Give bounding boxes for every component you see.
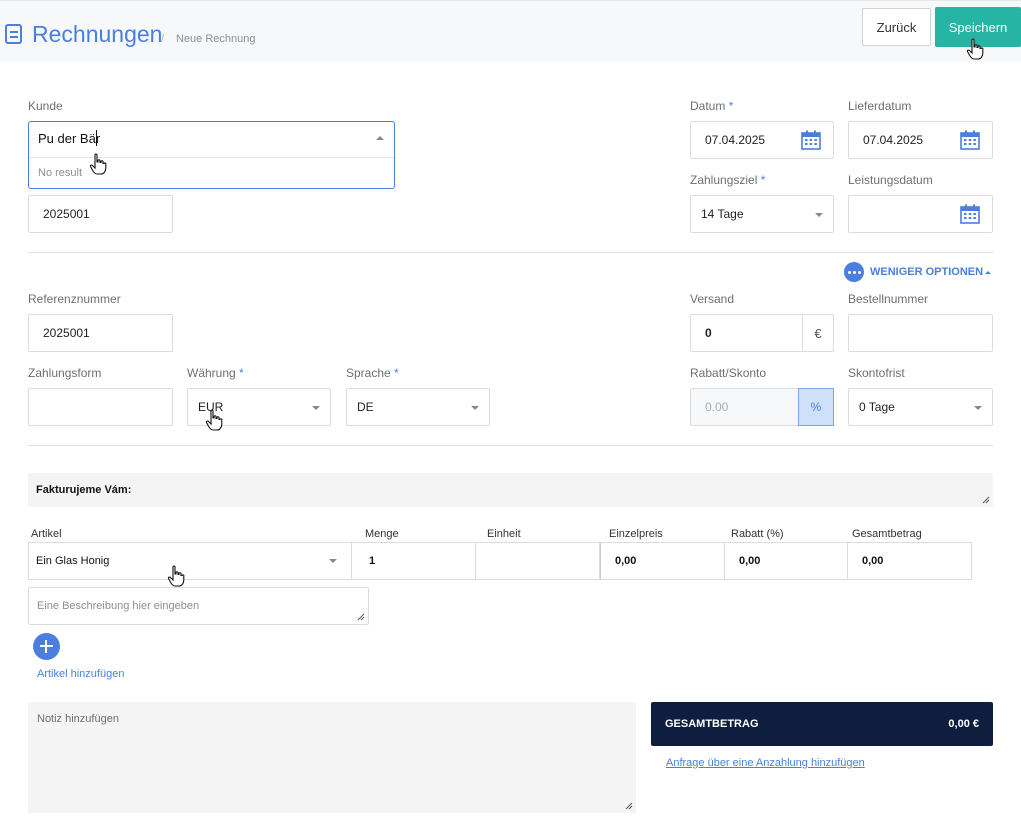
einheit-input[interactable] <box>476 543 600 579</box>
calendar-icon[interactable] <box>960 204 980 224</box>
sprache-select[interactable]: DE <box>346 388 490 426</box>
sprache-value: DE <box>357 400 374 414</box>
lieferdatum-label: Lieferdatum <box>848 99 912 113</box>
waehrung-label: Währung * <box>187 366 244 380</box>
leistungsdatum-input[interactable] <box>848 195 993 233</box>
rabatt-placeholder: 0.00 <box>705 400 729 414</box>
referenz-label: Referenznummer <box>28 292 121 306</box>
hand-cursor-icon <box>966 38 984 60</box>
chevron-down-icon <box>974 406 982 410</box>
bestellnummer-input[interactable] <box>848 314 993 352</box>
versand-label: Versand <box>690 292 735 306</box>
intro-textarea[interactable]: Fakturujeme Vám: <box>28 473 993 507</box>
versand-value: 0 <box>705 326 712 340</box>
gesamt-value: 0,00 <box>862 555 884 567</box>
chevron-down-icon <box>471 406 479 410</box>
rabatt-input[interactable]: 0.00 % <box>690 388 834 426</box>
customer-label: Kunde <box>28 99 63 113</box>
resize-handle-icon[interactable] <box>982 496 990 504</box>
gesamt-input[interactable]: 0,00 <box>848 543 971 579</box>
einzelpreis-value: 0,00 <box>615 555 637 567</box>
customer-input[interactable]: Pu der Bär <box>38 131 100 146</box>
description-textarea[interactable]: Eine Beschreibung hier eingeben <box>28 587 369 625</box>
invoice-number-input[interactable]: 2025001 <box>28 195 173 233</box>
breadcrumb-separator: / <box>161 33 165 45</box>
intro-text: Fakturujeme Vám: <box>36 484 132 496</box>
breadcrumb-current: Neue Rechnung <box>176 33 256 45</box>
datum-input[interactable]: 07.04.2025 <box>690 121 834 159</box>
more-options-icon <box>844 262 864 282</box>
zahlungsziel-label: Zahlungsziel * <box>690 173 766 187</box>
versand-input[interactable]: 0 € <box>690 314 834 352</box>
datum-value: 07.04.2025 <box>705 133 766 147</box>
artikel-value: Ein Glas Honig <box>36 555 110 567</box>
back-button[interactable]: Zurück <box>862 8 931 46</box>
description-placeholder: Eine Beschreibung hier eingeben <box>37 600 200 612</box>
customer-no-result: No result <box>38 167 83 179</box>
menge-input[interactable]: 1 <box>352 543 476 579</box>
chevron-down-icon <box>329 559 337 563</box>
hand-cursor-icon <box>167 565 185 587</box>
invoice-document-icon <box>5 24 22 44</box>
chevron-down-icon <box>312 406 320 410</box>
add-item-button[interactable] <box>33 633 60 660</box>
page-header: Rechnungen / Neue Rechnung Zurück Speich… <box>0 0 1021 62</box>
artikel-select[interactable]: Ein Glas Honig <box>29 543 352 579</box>
col-header-gesamtbetrag: Gesamtbetrag <box>852 528 922 540</box>
currency-addon: € <box>802 315 833 351</box>
lieferdatum-input[interactable]: 07.04.2025 <box>848 121 993 159</box>
col-header-rabatt: Rabatt (%) <box>731 528 784 540</box>
skontofrist-label: Skontofrist <box>848 366 905 380</box>
resize-handle-icon[interactable] <box>357 613 365 621</box>
deposit-request-link[interactable]: Anfrage über eine Anzahlung hinzufügen <box>666 757 865 769</box>
referenz-input[interactable]: 2025001 <box>28 314 173 352</box>
zahlungsform-label: Zahlungsform <box>28 366 102 380</box>
chevron-up-icon[interactable] <box>376 136 384 140</box>
divider <box>28 252 993 253</box>
add-item-link[interactable]: Artikel hinzufügen <box>37 668 124 680</box>
options-toggle[interactable]: WENIGER OPTIONEN <box>844 262 992 282</box>
calendar-icon[interactable] <box>801 130 821 150</box>
chevron-down-icon <box>815 213 823 217</box>
divider <box>28 445 993 446</box>
resize-handle-icon[interactable] <box>625 802 633 810</box>
zahlungsziel-value: 14 Tage <box>701 207 744 221</box>
rabatt-percent-input[interactable]: 0,00 <box>725 543 848 579</box>
options-toggle-label: WENIGER OPTIONEN <box>870 266 984 278</box>
rabatt-percent-value: 0,00 <box>739 555 761 567</box>
notes-textarea[interactable]: Notiz hinzufügen <box>28 702 636 813</box>
lieferdatum-value: 07.04.2025 <box>863 133 924 147</box>
hand-cursor-icon <box>89 153 107 175</box>
col-header-einheit: Einheit <box>487 528 521 540</box>
leistungsdatum-label: Leistungsdatum <box>848 173 933 187</box>
bestellnummer-label: Bestellnummer <box>848 292 929 306</box>
menge-value: 1 <box>369 555 376 567</box>
col-header-menge: Menge <box>365 528 399 540</box>
calendar-icon[interactable] <box>960 130 980 150</box>
col-header-einzelpreis: Einzelpreis <box>609 528 663 540</box>
skontofrist-select[interactable]: 0 Tage <box>848 388 993 426</box>
notes-placeholder: Notiz hinzufügen <box>37 713 119 725</box>
page-title: Rechnungen <box>32 21 163 47</box>
rabatt-label: Rabatt/Skonto <box>690 366 767 380</box>
percent-addon[interactable]: % <box>798 388 834 426</box>
total-box: GESAMTBETRAG 0,00 € <box>651 702 993 746</box>
datum-label: Datum * <box>690 99 734 113</box>
zahlungsziel-select[interactable]: 14 Tage <box>690 195 834 233</box>
caret-up-icon <box>985 270 992 274</box>
zahlungsform-input[interactable] <box>28 388 173 426</box>
skontofrist-value: 0 Tage <box>859 400 895 414</box>
einzelpreis-input[interactable]: 0,00 <box>600 543 725 579</box>
total-value: 0,00 € <box>948 718 979 730</box>
text-caret <box>96 130 97 146</box>
total-label: GESAMTBETRAG <box>665 718 759 730</box>
customer-combobox[interactable]: Pu der Bär No result <box>28 121 395 189</box>
hand-cursor-icon <box>205 409 223 431</box>
col-header-artikel: Artikel <box>31 528 62 540</box>
sprache-label: Sprache * <box>346 366 399 380</box>
